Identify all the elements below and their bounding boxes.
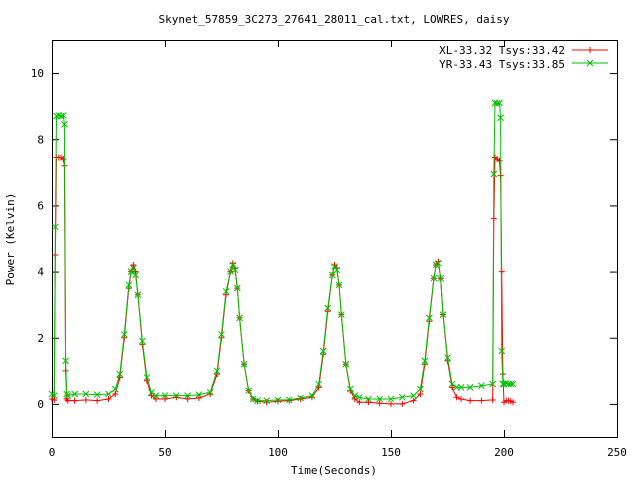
data-point <box>388 400 394 407</box>
series-0 <box>49 154 517 407</box>
x-tick-label: 250 <box>607 446 627 459</box>
y-tick-label: 10 <box>31 67 44 80</box>
x-tick-label: 0 <box>49 446 56 459</box>
data-point <box>467 397 474 404</box>
legend-label-yr: YR-33.43 Tsys:33.85 <box>439 58 565 71</box>
chart-svg: Skynet_57859_3C273_27641_28011_cal.txt, … <box>4 13 627 477</box>
chart-title: Skynet_57859_3C273_27641_28011_cal.txt, … <box>159 13 510 26</box>
x-tick-labels: 0 50 100 150 200 250 <box>49 446 627 459</box>
data-point <box>297 395 304 402</box>
legend: XL-33.32 Tsys:33.42 YR-33.43 Tsys:33.85 <box>439 44 608 71</box>
data-point <box>478 397 485 404</box>
y-tick-labels: 0 2 4 6 8 10 <box>31 67 45 411</box>
legend-label-xl: XL-33.32 Tsys:33.42 <box>439 44 565 57</box>
plot-frame <box>52 40 618 438</box>
series-line <box>51 102 513 402</box>
legend-marker <box>587 47 593 53</box>
data-point <box>365 399 372 406</box>
y-axis-label: Power (Kelvin) <box>4 193 17 286</box>
data-point <box>275 398 281 405</box>
y-tick-label: 0 <box>37 398 44 411</box>
data-point <box>184 395 191 402</box>
x-tick-label: 100 <box>268 446 288 459</box>
data-point <box>82 396 89 403</box>
data-point <box>489 396 496 403</box>
y-tick-label: 2 <box>37 332 44 345</box>
data-point <box>399 400 406 407</box>
x-tick-label: 50 <box>158 446 171 459</box>
data-point <box>71 397 78 404</box>
series-1 <box>48 99 517 404</box>
y-tick-label: 8 <box>37 133 44 146</box>
data-point <box>195 394 202 401</box>
x-tick-label: 150 <box>381 446 401 459</box>
y-tick-label: 6 <box>37 199 44 212</box>
data-point <box>162 395 168 402</box>
series-layer <box>48 99 517 407</box>
data-point <box>94 397 101 404</box>
x-axis-label: Time(Seconds) <box>291 464 377 477</box>
x-tick-label: 200 <box>494 446 514 459</box>
axis-ticks <box>52 40 618 437</box>
data-point <box>130 261 137 268</box>
y-tick-label: 4 <box>37 266 44 279</box>
